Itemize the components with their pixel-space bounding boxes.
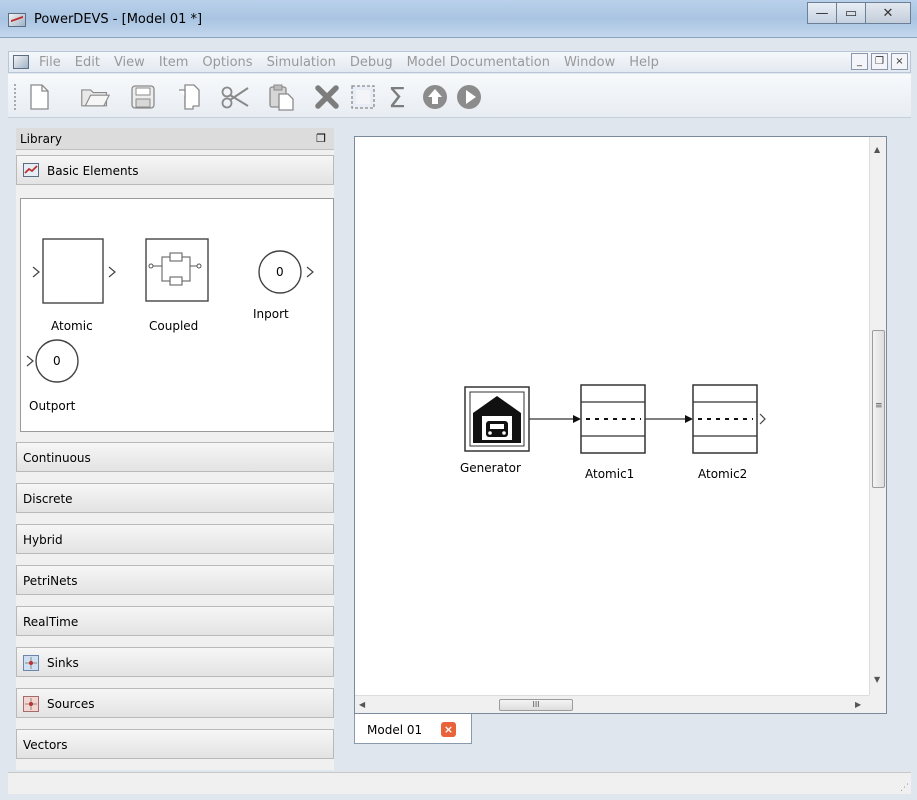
menu-options[interactable]: Options xyxy=(202,55,252,70)
connection-arrow-icon xyxy=(573,415,581,423)
close-button[interactable]: ✕ xyxy=(865,2,911,24)
basic-elements-palette: Atomic Coupled 0 Inport 0 Outport xyxy=(20,198,334,432)
mdi-controls: _ ❐ × xyxy=(851,53,908,70)
window-title: PowerDEVS - [Model 01 *] xyxy=(34,12,203,27)
float-icon[interactable]: ❐ xyxy=(316,132,326,145)
atomic-label: Atomic xyxy=(51,319,93,333)
scroll-up-icon[interactable]: ▲ xyxy=(874,145,880,154)
menu-edit[interactable]: Edit xyxy=(75,55,100,70)
sum-icon[interactable]: Σ xyxy=(382,81,412,114)
vertical-scroll-thumb[interactable]: ≡ xyxy=(872,330,885,488)
atomic1-block[interactable] xyxy=(580,384,646,454)
sink-icon xyxy=(23,655,39,671)
category-discrete[interactable]: Discrete xyxy=(16,483,334,513)
coupled-label: Coupled xyxy=(149,319,199,333)
select-all-icon[interactable] xyxy=(348,82,378,112)
menu-window[interactable]: Window xyxy=(564,55,615,70)
category-sources[interactable]: Sources xyxy=(16,688,334,718)
atomic2-block[interactable] xyxy=(692,384,766,454)
generator-label: Generator xyxy=(460,461,521,475)
up-circle-icon[interactable] xyxy=(420,82,450,112)
category-label: Discrete xyxy=(23,492,73,506)
inport-value: 0 xyxy=(276,265,284,279)
model-canvas[interactable]: Generator Atomic1 Atomic2 xyxy=(355,137,869,695)
close-icon[interactable]: × xyxy=(441,722,456,737)
powerdevs-icon xyxy=(23,163,39,179)
scroll-right-icon[interactable]: ▶ xyxy=(855,700,861,709)
mdi-restore-button[interactable]: ❐ xyxy=(871,53,888,70)
generator-block[interactable] xyxy=(464,386,530,452)
model-window: Generator Atomic1 Atomic2 ▲ ≡ ▼ ◀ III ▶ xyxy=(354,136,887,714)
paste-icon[interactable] xyxy=(266,82,296,112)
menu-view[interactable]: View xyxy=(114,55,145,70)
new-file-icon[interactable] xyxy=(24,82,54,112)
category-label: RealTime xyxy=(23,615,79,629)
category-vectors[interactable]: Vectors xyxy=(16,729,334,759)
category-label: Basic Elements xyxy=(47,164,139,178)
mdi-close-button[interactable]: × xyxy=(891,53,908,70)
toolbar: Σ xyxy=(8,74,911,118)
cut-icon[interactable] xyxy=(220,82,250,112)
library-title: Library xyxy=(20,132,62,146)
document-icon[interactable] xyxy=(13,55,29,69)
category-label: Sinks xyxy=(47,656,79,670)
atomic-block[interactable] xyxy=(32,238,116,304)
menu-file[interactable]: File xyxy=(39,55,61,70)
scroll-left-icon[interactable]: ◀ xyxy=(359,700,365,709)
category-label: Hybrid xyxy=(23,533,63,547)
menu-simulation[interactable]: Simulation xyxy=(267,55,336,70)
status-bar: ⋰ xyxy=(8,772,911,794)
delete-icon[interactable] xyxy=(312,82,342,112)
tab-label: Model 01 xyxy=(367,723,423,737)
connection-arrow-icon xyxy=(685,415,693,423)
minimize-button[interactable]: — xyxy=(807,2,837,24)
menu-help[interactable]: Help xyxy=(629,55,659,70)
category-sinks[interactable]: Sinks xyxy=(16,647,334,677)
outport-label: Outport xyxy=(29,399,76,413)
save-icon[interactable] xyxy=(128,82,158,112)
category-label: PetriNets xyxy=(23,574,78,588)
window-controls: — ▭ ✕ xyxy=(807,2,911,24)
menu-debug[interactable]: Debug xyxy=(350,55,393,70)
menu-item[interactable]: Item xyxy=(159,55,189,70)
atomic1-label: Atomic1 xyxy=(585,467,635,481)
copy-icon[interactable] xyxy=(174,82,204,112)
title-bar[interactable]: PowerDEVS - [Model 01 *] — ▭ ✕ xyxy=(0,0,917,38)
horizontal-scroll-thumb[interactable]: III xyxy=(499,699,573,711)
category-petrinets[interactable]: PetriNets xyxy=(16,565,334,595)
library-header: Library ❐ xyxy=(16,128,334,150)
menu-model-documentation[interactable]: Model Documentation xyxy=(407,55,550,70)
category-basic-elements[interactable]: Basic Elements xyxy=(16,155,334,185)
resize-grip-icon[interactable]: ⋰ xyxy=(900,783,909,793)
category-label: Vectors xyxy=(23,738,68,752)
inport-block[interactable] xyxy=(258,250,314,294)
outport-value: 0 xyxy=(53,354,61,368)
toolbar-grip[interactable] xyxy=(14,84,17,110)
mdi-minimize-button[interactable]: _ xyxy=(851,53,868,70)
category-hybrid[interactable]: Hybrid xyxy=(16,524,334,554)
inport-label: Inport xyxy=(253,307,289,321)
coupled-block[interactable] xyxy=(145,238,209,302)
source-icon xyxy=(23,696,39,712)
menu-bar: File Edit View Item Options Simulation D… xyxy=(8,51,911,73)
category-label: Sources xyxy=(47,697,95,711)
open-folder-icon[interactable] xyxy=(80,82,110,112)
category-label: Continuous xyxy=(23,451,91,465)
scroll-down-icon[interactable]: ▼ xyxy=(874,675,880,684)
play-circle-icon[interactable] xyxy=(454,82,484,112)
tab-model-01[interactable]: Model 01 × xyxy=(354,714,472,744)
scroll-corner xyxy=(869,695,886,713)
atomic2-label: Atomic2 xyxy=(698,467,748,481)
model-tab-bar: Model 01 × xyxy=(354,714,887,744)
category-continuous[interactable]: Continuous xyxy=(16,442,334,472)
vertical-scrollbar[interactable]: ▲ ≡ ▼ xyxy=(869,137,886,695)
horizontal-scrollbar[interactable]: ◀ III ▶ xyxy=(355,695,869,713)
maximize-button[interactable]: ▭ xyxy=(836,2,866,24)
thumb-grip: ≡ xyxy=(875,401,883,411)
powerdevs-icon xyxy=(8,13,26,27)
category-realtime[interactable]: RealTime xyxy=(16,606,334,636)
